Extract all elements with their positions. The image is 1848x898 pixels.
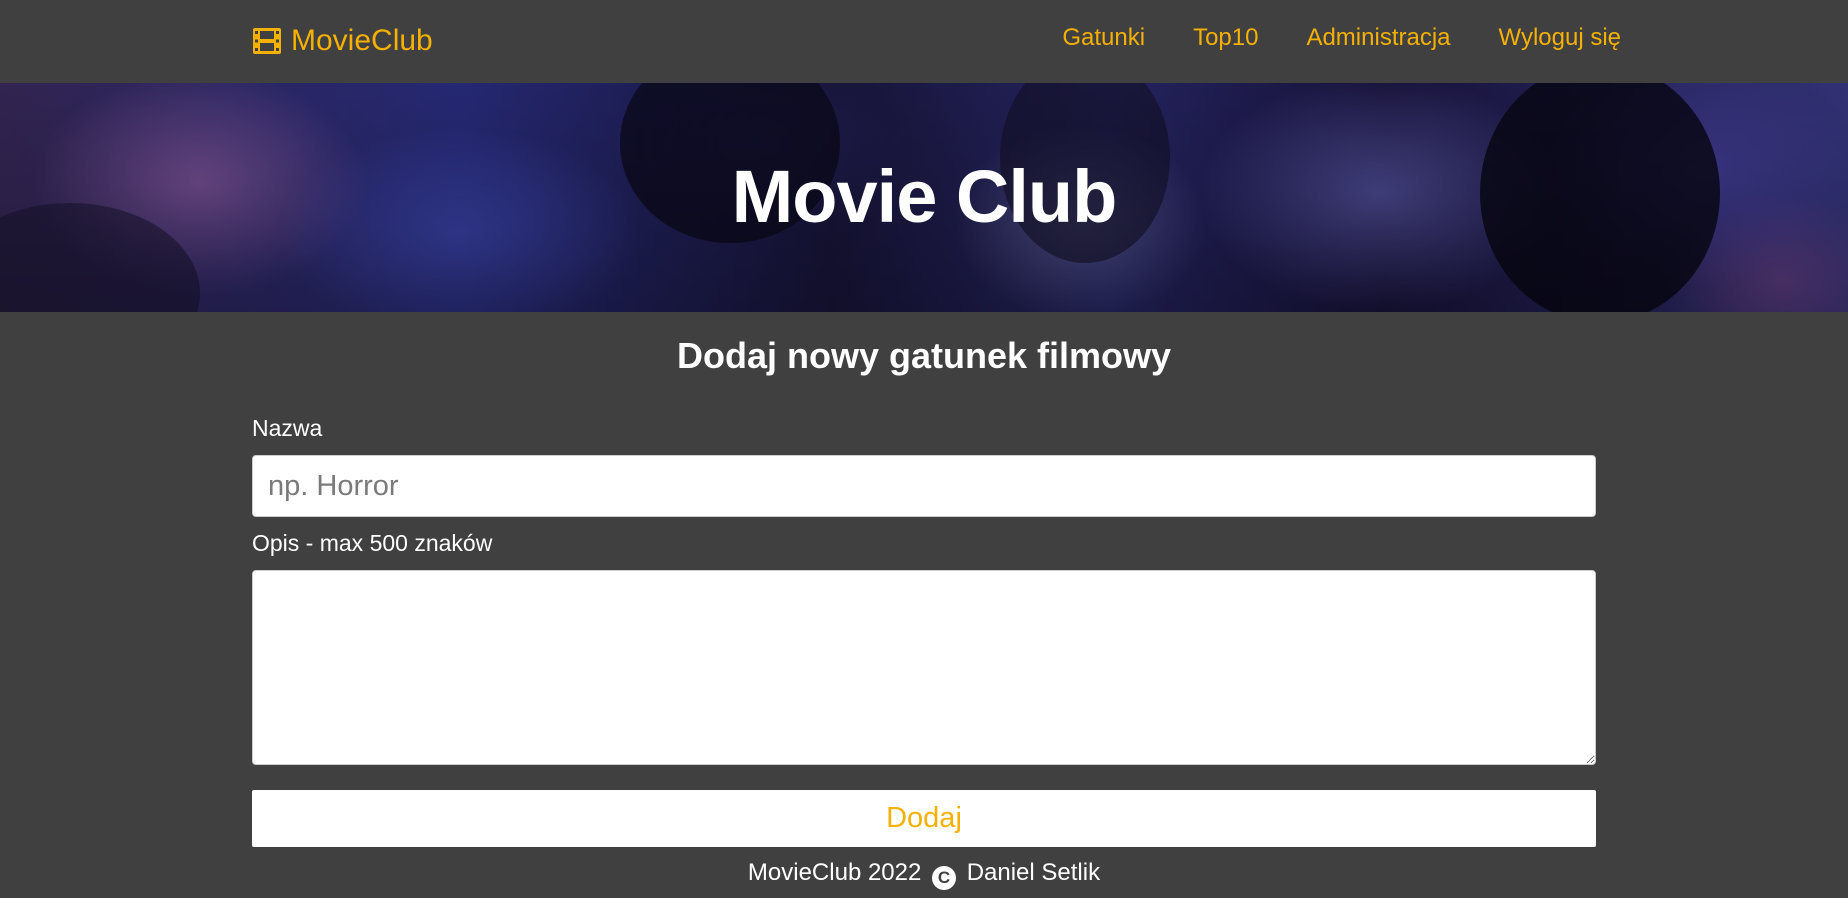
film-icon — [252, 27, 282, 55]
footer-author: Daniel Setlik — [966, 859, 1101, 886]
nav-link-gatunki[interactable]: Gatunki — [1062, 20, 1145, 56]
navbar: MovieClub Gatunki Top10 Administracja Wy… — [0, 0, 1848, 83]
name-label: Nazwa — [252, 415, 323, 441]
brand-link[interactable]: MovieClub — [252, 22, 433, 60]
description-textarea[interactable] — [252, 570, 1596, 765]
nav-link-logout[interactable]: Wyloguj się — [1499, 20, 1622, 56]
footer: MovieClub 2022 C Daniel Setlik — [0, 858, 1848, 890]
hero-title: Movie Club — [731, 155, 1118, 238]
hero-banner: Movie Club — [0, 83, 1848, 312]
description-label: Opis - max 500 znaków — [252, 530, 493, 556]
name-input[interactable] — [252, 455, 1596, 517]
brand-label: MovieClub — [291, 24, 433, 57]
add-button[interactable]: Dodaj — [252, 790, 1596, 847]
nav-link-top10[interactable]: Top10 — [1193, 20, 1258, 56]
nav-links: Gatunki Top10 Administracja Wyloguj się — [1014, 20, 1621, 56]
footer-text: MovieClub 2022 — [747, 859, 922, 886]
nav-link-administracja[interactable]: Administracja — [1306, 20, 1450, 56]
page-title: Dodaj nowy gatunek filmowy — [676, 335, 1172, 376]
copyright-icon: C — [932, 866, 957, 890]
